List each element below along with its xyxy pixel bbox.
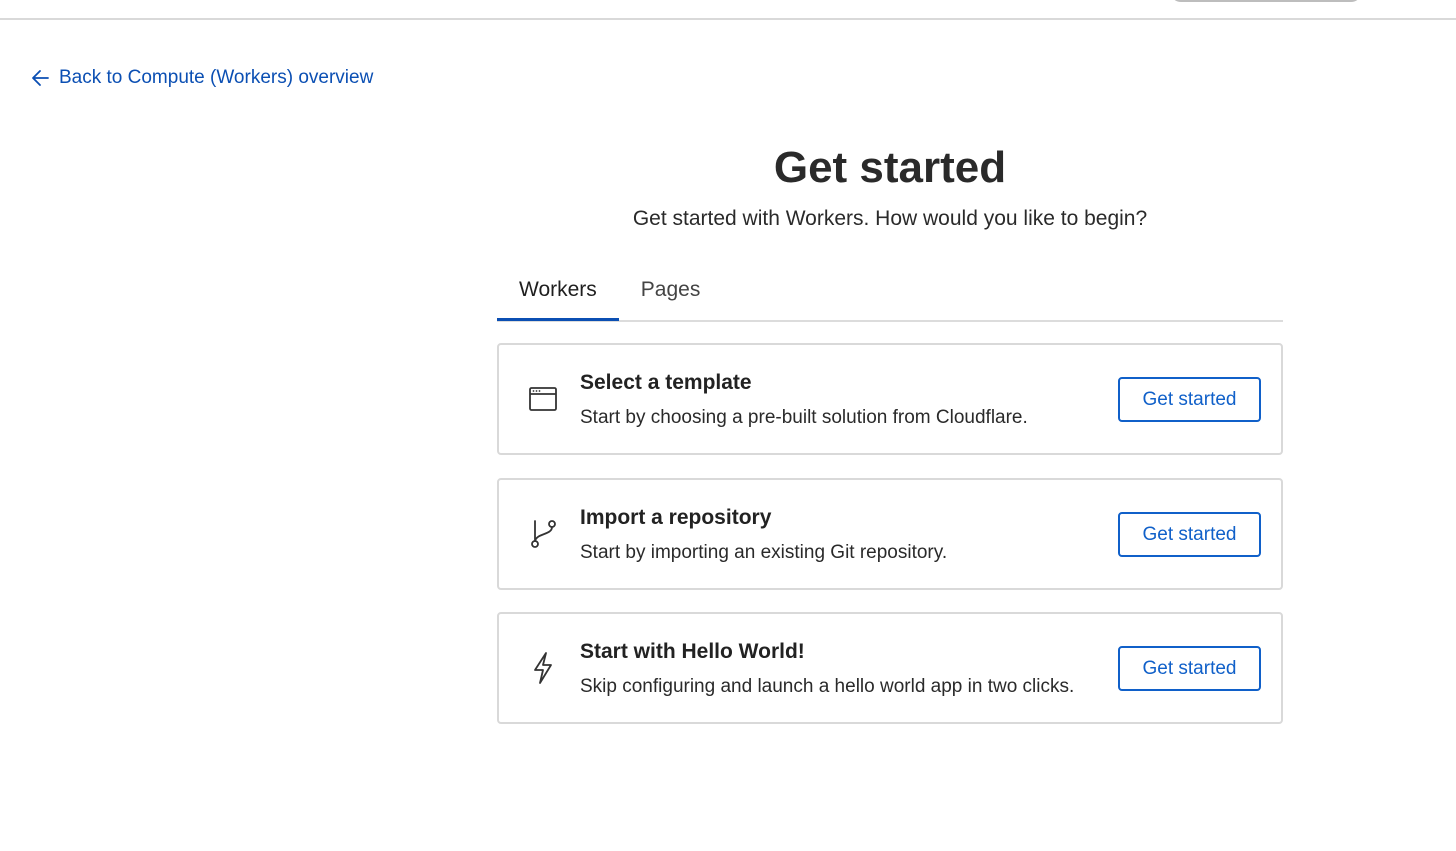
page-title: Get started: [773, 143, 1007, 192]
tab-pages[interactable]: Pages: [619, 262, 723, 318]
page-subtitle: Get started with Workers. How would you …: [632, 207, 1148, 230]
tab-workers[interactable]: Workers: [497, 262, 619, 321]
get-started-hello-world-button[interactable]: Get started: [1118, 646, 1261, 691]
account-pill[interactable]: [1170, 0, 1362, 2]
option-card-repository: Import a repository Start by importing a…: [497, 478, 1283, 590]
get-started-repository-button[interactable]: Get started: [1118, 512, 1261, 557]
lightning-bolt-icon: [527, 650, 559, 686]
option-card-template: Select a template Start by choosing a pr…: [497, 343, 1283, 455]
option-description: Start by choosing a pre-built solution f…: [580, 407, 1028, 428]
get-started-template-button[interactable]: Get started: [1118, 377, 1261, 422]
option-title: Import a repository: [580, 506, 772, 529]
git-branch-icon: [527, 516, 559, 552]
option-title: Select a template: [580, 371, 752, 394]
option-title: Start with Hello World!: [580, 640, 805, 663]
browser-window-icon: [527, 381, 559, 417]
back-to-overview-link[interactable]: Back to Compute (Workers) overview: [31, 64, 373, 92]
top-bar: [0, 0, 1456, 20]
option-description: Skip configuring and launch a hello worl…: [580, 676, 1075, 697]
option-description: Start by importing an existing Git repos…: [580, 542, 948, 563]
arrow-left-icon: [32, 70, 49, 86]
back-link-label[interactable]: Back to Compute (Workers) overview: [59, 67, 373, 89]
tab-bar: Workers Pages: [497, 262, 1283, 322]
option-card-hello-world: Start with Hello World! Skip configuring…: [497, 612, 1283, 724]
